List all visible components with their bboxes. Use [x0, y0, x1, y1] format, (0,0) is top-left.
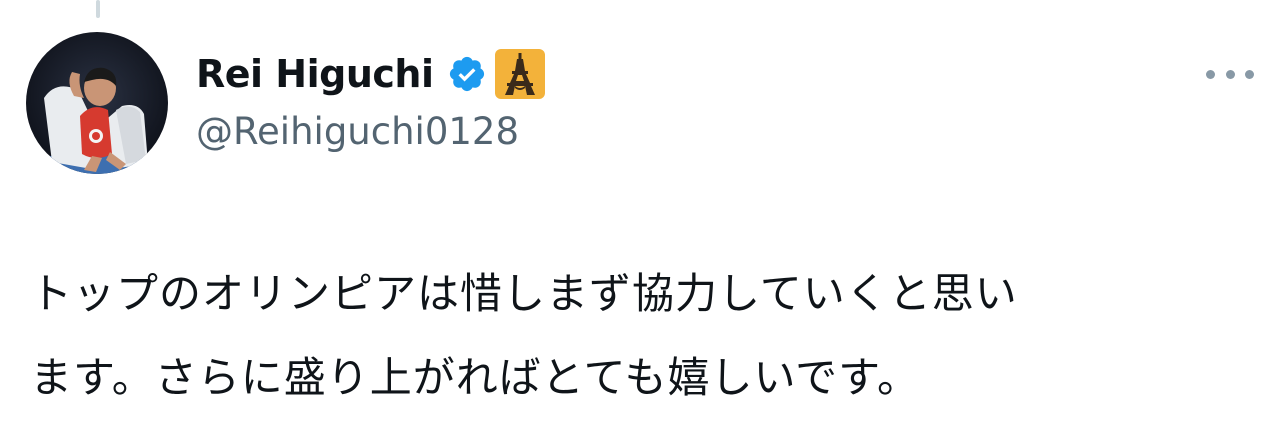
tweet-text-line: トップのオリンピアは惜しまず協力していくと思い — [30, 269, 1018, 318]
author-display-name[interactable]: Rei Higuchi — [196, 52, 434, 96]
verified-badge-icon[interactable] — [447, 54, 487, 94]
tweet-text-line: ます。さらに盛り上がればとても嬉しいです。 — [30, 353, 920, 402]
author-name-row: Rei Higuchi — [196, 46, 546, 102]
author-handle[interactable]: @Reihiguchi0128 — [196, 110, 519, 153]
more-options-icon — [1225, 69, 1235, 79]
thread-connector-line — [96, 0, 100, 18]
avatar[interactable] — [26, 32, 168, 174]
more-options-icon — [1245, 69, 1254, 79]
eiffel-tower-icon — [495, 49, 546, 99]
tweet-card: Rei Higuchi @Reihiguchi0128 トップのオリンピアは惜し… — [0, 0, 1268, 437]
tweet-body-text: トップのオリンピアは惜しまず協力していくと思い ます。さらに盛り上がればとても嬉… — [30, 252, 1250, 420]
more-options-icon — [1206, 69, 1215, 79]
avatar-photo-icon — [26, 32, 168, 174]
more-options-button[interactable] — [1206, 60, 1254, 88]
